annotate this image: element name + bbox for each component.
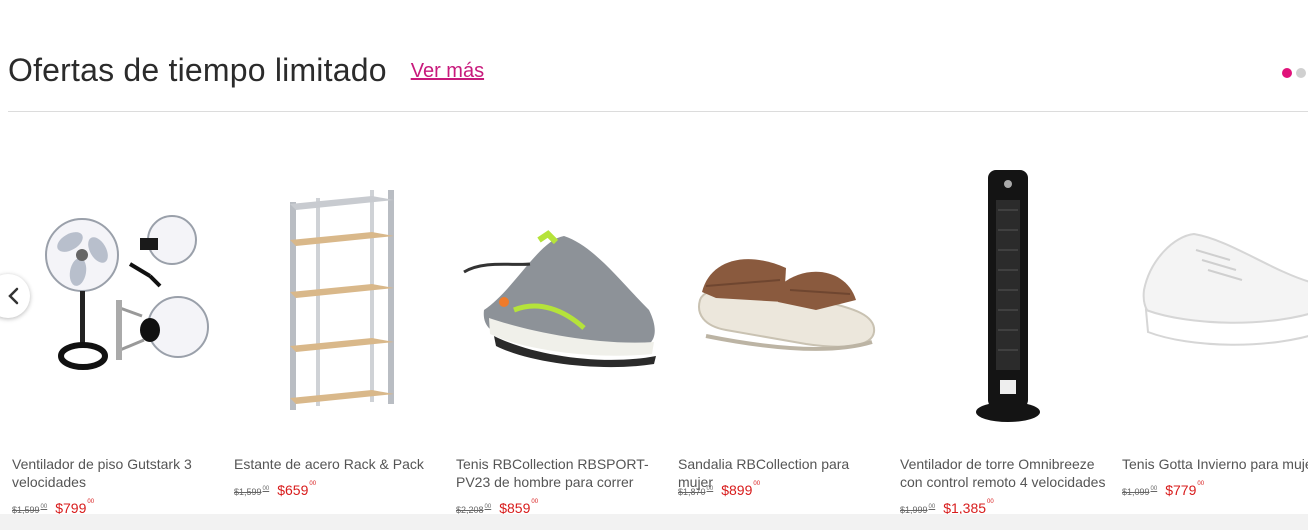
product-name[interactable]: Tenis RBCollection RBSPORT-PV23 de hombr… xyxy=(456,455,664,491)
product-card[interactable]: Tenis Gotta Invierno para mujer $1,09900… xyxy=(1110,160,1308,520)
product-card[interactable]: Sandalia RBCollection para mujer $1,8700… xyxy=(666,160,888,520)
carousel-dot-1[interactable] xyxy=(1282,68,1292,78)
product-image-tower-fan[interactable] xyxy=(888,160,1110,440)
old-price: $1,09900 xyxy=(1122,486,1158,497)
product-image-sandal[interactable] xyxy=(666,160,888,440)
product-card[interactable]: Estante de acero Rack & Pack $1,59900 $6… xyxy=(222,160,444,520)
see-more-link[interactable]: Ver más xyxy=(411,60,484,83)
section-title: Ofertas de tiempo limitado xyxy=(8,51,387,88)
product-name[interactable]: Ventilador de torre Omnibreeze con contr… xyxy=(900,455,1108,491)
product-card[interactable]: Tenis RBCollection RBSPORT-PV23 de hombr… xyxy=(444,160,666,520)
product-name[interactable]: Estante de acero Rack & Pack xyxy=(234,455,442,473)
product-card[interactable]: Ventilador de piso Gutstark 3 velocidade… xyxy=(0,160,222,520)
product-image-running-shoe[interactable] xyxy=(444,160,666,440)
product-prices: $1,87000 $89900 xyxy=(678,481,761,498)
product-card[interactable]: Ventilador de torre Omnibreeze con contr… xyxy=(888,160,1110,520)
chevron-left-icon xyxy=(8,287,19,305)
product-image-pedestal-fan[interactable] xyxy=(0,160,222,440)
sale-price: $77900 xyxy=(1165,481,1205,498)
product-name[interactable]: Ventilador de piso Gutstark 3 velocidade… xyxy=(12,455,220,491)
carousel-dots xyxy=(1282,68,1306,78)
section-divider xyxy=(8,111,1308,112)
old-price: $1,87000 xyxy=(678,486,714,497)
old-price: $1,59900 xyxy=(234,486,270,497)
page-bottom-strip xyxy=(0,514,1308,530)
product-image-white-sneaker[interactable] xyxy=(1110,160,1308,440)
product-prices: $1,09900 $77900 xyxy=(1122,481,1205,498)
sale-price: $65900 xyxy=(277,481,317,498)
section-header: Ofertas de tiempo limitado Ver más xyxy=(8,48,484,92)
product-prices: $1,59900 $65900 xyxy=(234,481,317,498)
carousel-dot-2[interactable] xyxy=(1296,68,1306,78)
product-name[interactable]: Tenis Gotta Invierno para mujer xyxy=(1122,455,1308,473)
sale-price: $89900 xyxy=(721,481,761,498)
product-image-steel-shelf[interactable] xyxy=(222,160,444,440)
